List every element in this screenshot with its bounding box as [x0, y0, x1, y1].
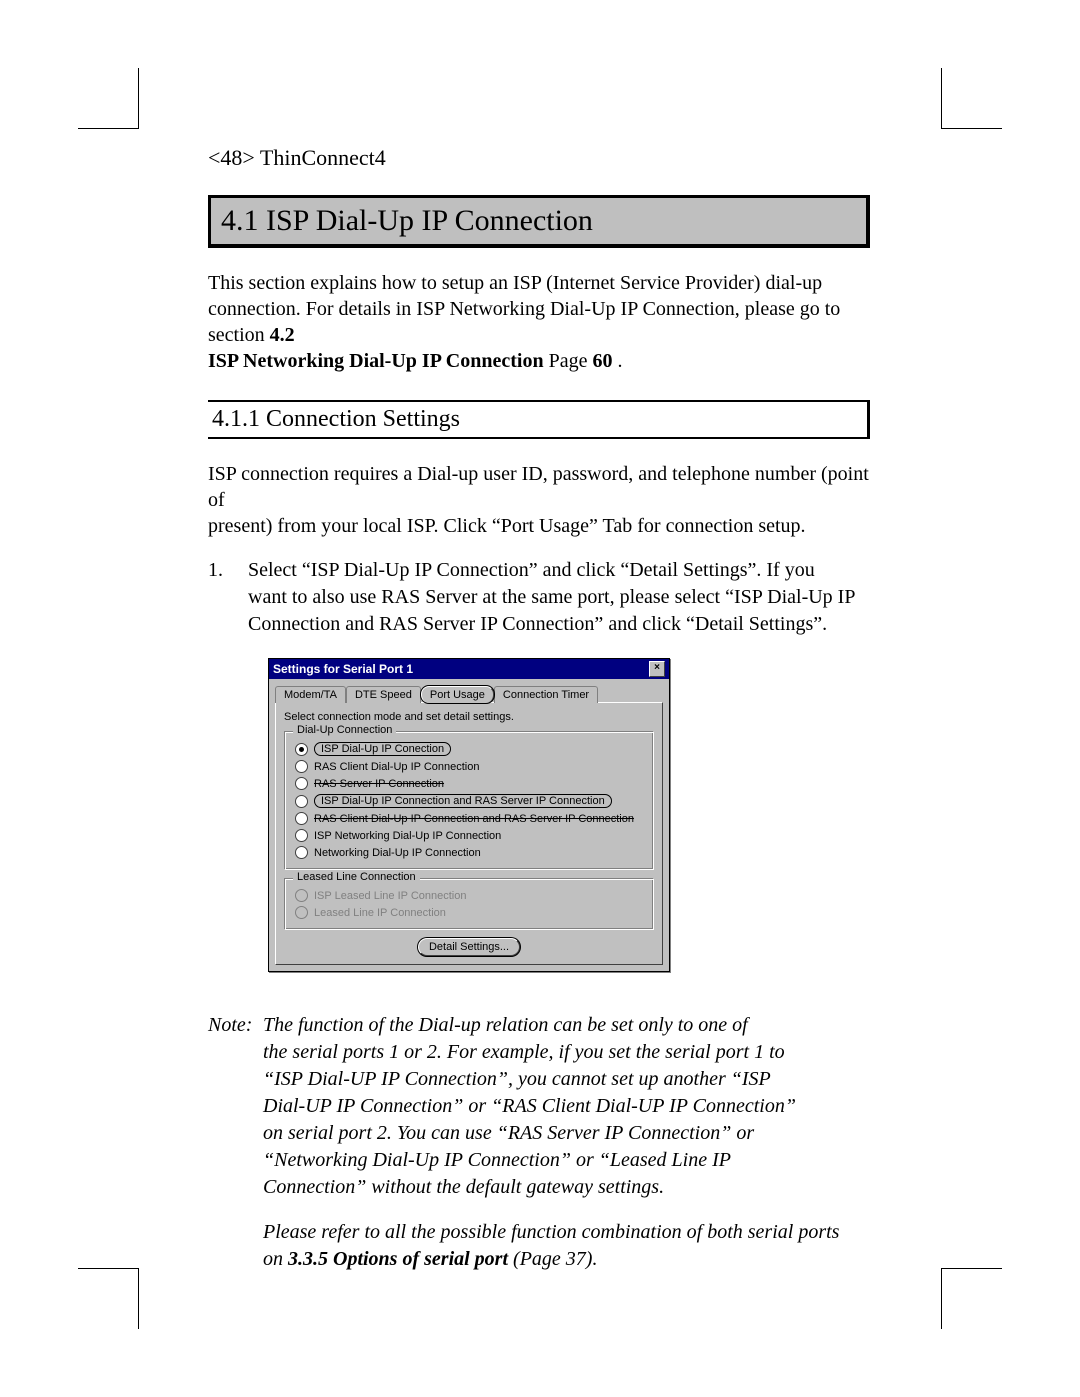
radio-label: ISP Leased Line IP Connection	[314, 890, 467, 902]
radio-ras-server[interactable]: RAS Server IP Connection	[295, 775, 643, 792]
radio-leased: Leased Line IP Connection	[295, 904, 643, 921]
intro-line1: This section explains how to setup an IS…	[208, 272, 822, 294]
detail-settings-button[interactable]: Detail Settings...	[418, 938, 520, 956]
para2: ISP connection requires a Dial-up user I…	[208, 461, 870, 539]
crop-mark-tl	[78, 68, 139, 129]
step-1-l1: Select “ISP Dial-Up IP Connection” and c…	[248, 559, 815, 581]
para2-l1: ISP connection requires a Dial-up user I…	[208, 463, 869, 511]
note-p2l1: Please refer to all the possible functio…	[263, 1221, 839, 1243]
note-l1: The function of the Dial-up relation can…	[263, 1014, 748, 1036]
dialog-title: Settings for Serial Port 1	[273, 662, 413, 676]
radio-icon	[295, 906, 308, 919]
section-title: 4.1 ISP Dial-Up IP Connection	[208, 195, 870, 248]
crop-mark-tr	[941, 68, 1002, 129]
note-body: The function of the Dial-up relation can…	[263, 1012, 870, 1201]
radio-isp-networking[interactable]: ISP Networking Dial-Up IP Connection	[295, 827, 643, 844]
note-p2l2c: (Page 37).	[508, 1248, 597, 1270]
radio-isp-and-ras[interactable]: ISP Dial-Up IP Connection and RAS Server…	[295, 792, 643, 810]
tab-body: Select connection mode and set detail se…	[275, 702, 663, 965]
radio-label: ISP Dial-Up IP Connection and RAS Server…	[314, 794, 612, 808]
close-button[interactable]: ×	[649, 661, 665, 677]
subsection-title: 4.1.1 Connection Settings	[208, 400, 870, 439]
radio-icon	[295, 889, 308, 902]
note-label: Note:	[208, 1012, 263, 1201]
page-header: <48> ThinConnect4	[208, 145, 870, 171]
step-1: 1. Select “ISP Dial-Up IP Connection” an…	[208, 557, 870, 638]
radio-label: ISP Networking Dial-Up IP Connection	[314, 830, 501, 842]
tab-dte-speed[interactable]: DTE Speed	[346, 686, 421, 703]
note-l7: Connection” without the default gateway …	[263, 1176, 664, 1198]
radio-isp-dialup[interactable]: ISP Dial-Up IP Conection	[295, 740, 643, 758]
instruction-text: Select connection mode and set detail se…	[284, 711, 654, 723]
radio-icon	[295, 760, 308, 773]
radio-networking[interactable]: Networking Dial-Up IP Connection	[295, 844, 643, 861]
note-block: Note: The function of the Dial-up relati…	[208, 1012, 870, 1273]
content-area: <48> ThinConnect4 4.1 ISP Dial-Up IP Con…	[208, 145, 870, 1273]
crop-mark-bl	[78, 1268, 139, 1329]
radio-label: Leased Line IP Connection	[314, 907, 446, 919]
radio-isp-leased: ISP Leased Line IP Connection	[295, 887, 643, 904]
tabs-row: Modem/TA DTE Speed Port Usage Connection…	[269, 679, 669, 702]
radio-icon	[295, 795, 308, 808]
note-l6: “Networking Dial-Up IP Connection” or “L…	[263, 1149, 731, 1171]
group-leased-legend: Leased Line Connection	[293, 871, 420, 883]
radio-icon	[295, 743, 308, 756]
group-dialup: Dial-Up Connection ISP Dial-Up IP Conect…	[284, 731, 654, 870]
step-1-l3: Connection and RAS Server IP Connection”…	[248, 613, 827, 635]
step-1-number: 1.	[208, 557, 223, 584]
tab-connection-timer[interactable]: Connection Timer	[494, 686, 598, 703]
radio-icon	[295, 846, 308, 859]
para2-l2: present) from your local ISP. Click “Por…	[208, 515, 806, 537]
step-1-l2: want to also use RAS Server at the same …	[248, 586, 855, 608]
note-l5: on serial port 2. You can use “RAS Serve…	[263, 1122, 754, 1144]
dialog-titlebar: Settings for Serial Port 1 ×	[269, 659, 669, 679]
radio-label: RAS Client Dial-Up IP Connection and RAS…	[314, 813, 634, 825]
radio-icon	[295, 812, 308, 825]
radio-icon	[295, 829, 308, 842]
intro-line2b: 4.2	[270, 324, 295, 346]
radio-ras-client-and-ras[interactable]: RAS Client Dial-Up IP Connection and RAS…	[295, 810, 643, 827]
intro-line3b: Page	[544, 350, 593, 372]
group-dialup-legend: Dial-Up Connection	[293, 724, 396, 736]
settings-dialog: Settings for Serial Port 1 × Modem/TA DT…	[268, 658, 670, 972]
radio-label: ISP Dial-Up IP Conection	[314, 742, 451, 756]
note-body-2: Please refer to all the possible functio…	[263, 1219, 870, 1273]
note-l4: Dial-UP IP Connection” or “RAS Client Di…	[263, 1095, 796, 1117]
intro-line3d: .	[612, 350, 622, 372]
radio-label: RAS Client Dial-Up IP Connection	[314, 761, 479, 773]
intro-line2a: connection. For details in ISP Networkin…	[208, 298, 840, 346]
detail-row: Detail Settings...	[284, 938, 654, 956]
radio-label: Networking Dial-Up IP Connection	[314, 847, 481, 859]
radio-ras-client[interactable]: RAS Client Dial-Up IP Connection	[295, 758, 643, 775]
dialog-screenshot: Settings for Serial Port 1 × Modem/TA DT…	[268, 658, 870, 972]
note-l2: the serial ports 1 or 2. For example, if…	[263, 1041, 785, 1063]
intro-paragraph: This section explains how to setup an IS…	[208, 270, 870, 374]
note-l3: “ISP Dial-UP IP Connection”, you cannot …	[263, 1068, 771, 1090]
intro-line3a: ISP Networking Dial-Up IP Connection	[208, 350, 544, 372]
tab-port-usage[interactable]: Port Usage	[421, 686, 494, 703]
radio-label: RAS Server IP Connection	[314, 778, 444, 790]
intro-line3c: 60	[592, 350, 612, 372]
tab-modem-ta[interactable]: Modem/TA	[275, 686, 346, 703]
crop-mark-br	[941, 1268, 1002, 1329]
radio-icon	[295, 777, 308, 790]
group-leased: Leased Line Connection ISP Leased Line I…	[284, 878, 654, 930]
note-p2l2a: on	[263, 1248, 288, 1270]
page: <48> ThinConnect4 4.1 ISP Dial-Up IP Con…	[0, 0, 1080, 1397]
note-p2l2b: 3.3.5 Options of serial port	[288, 1248, 508, 1270]
